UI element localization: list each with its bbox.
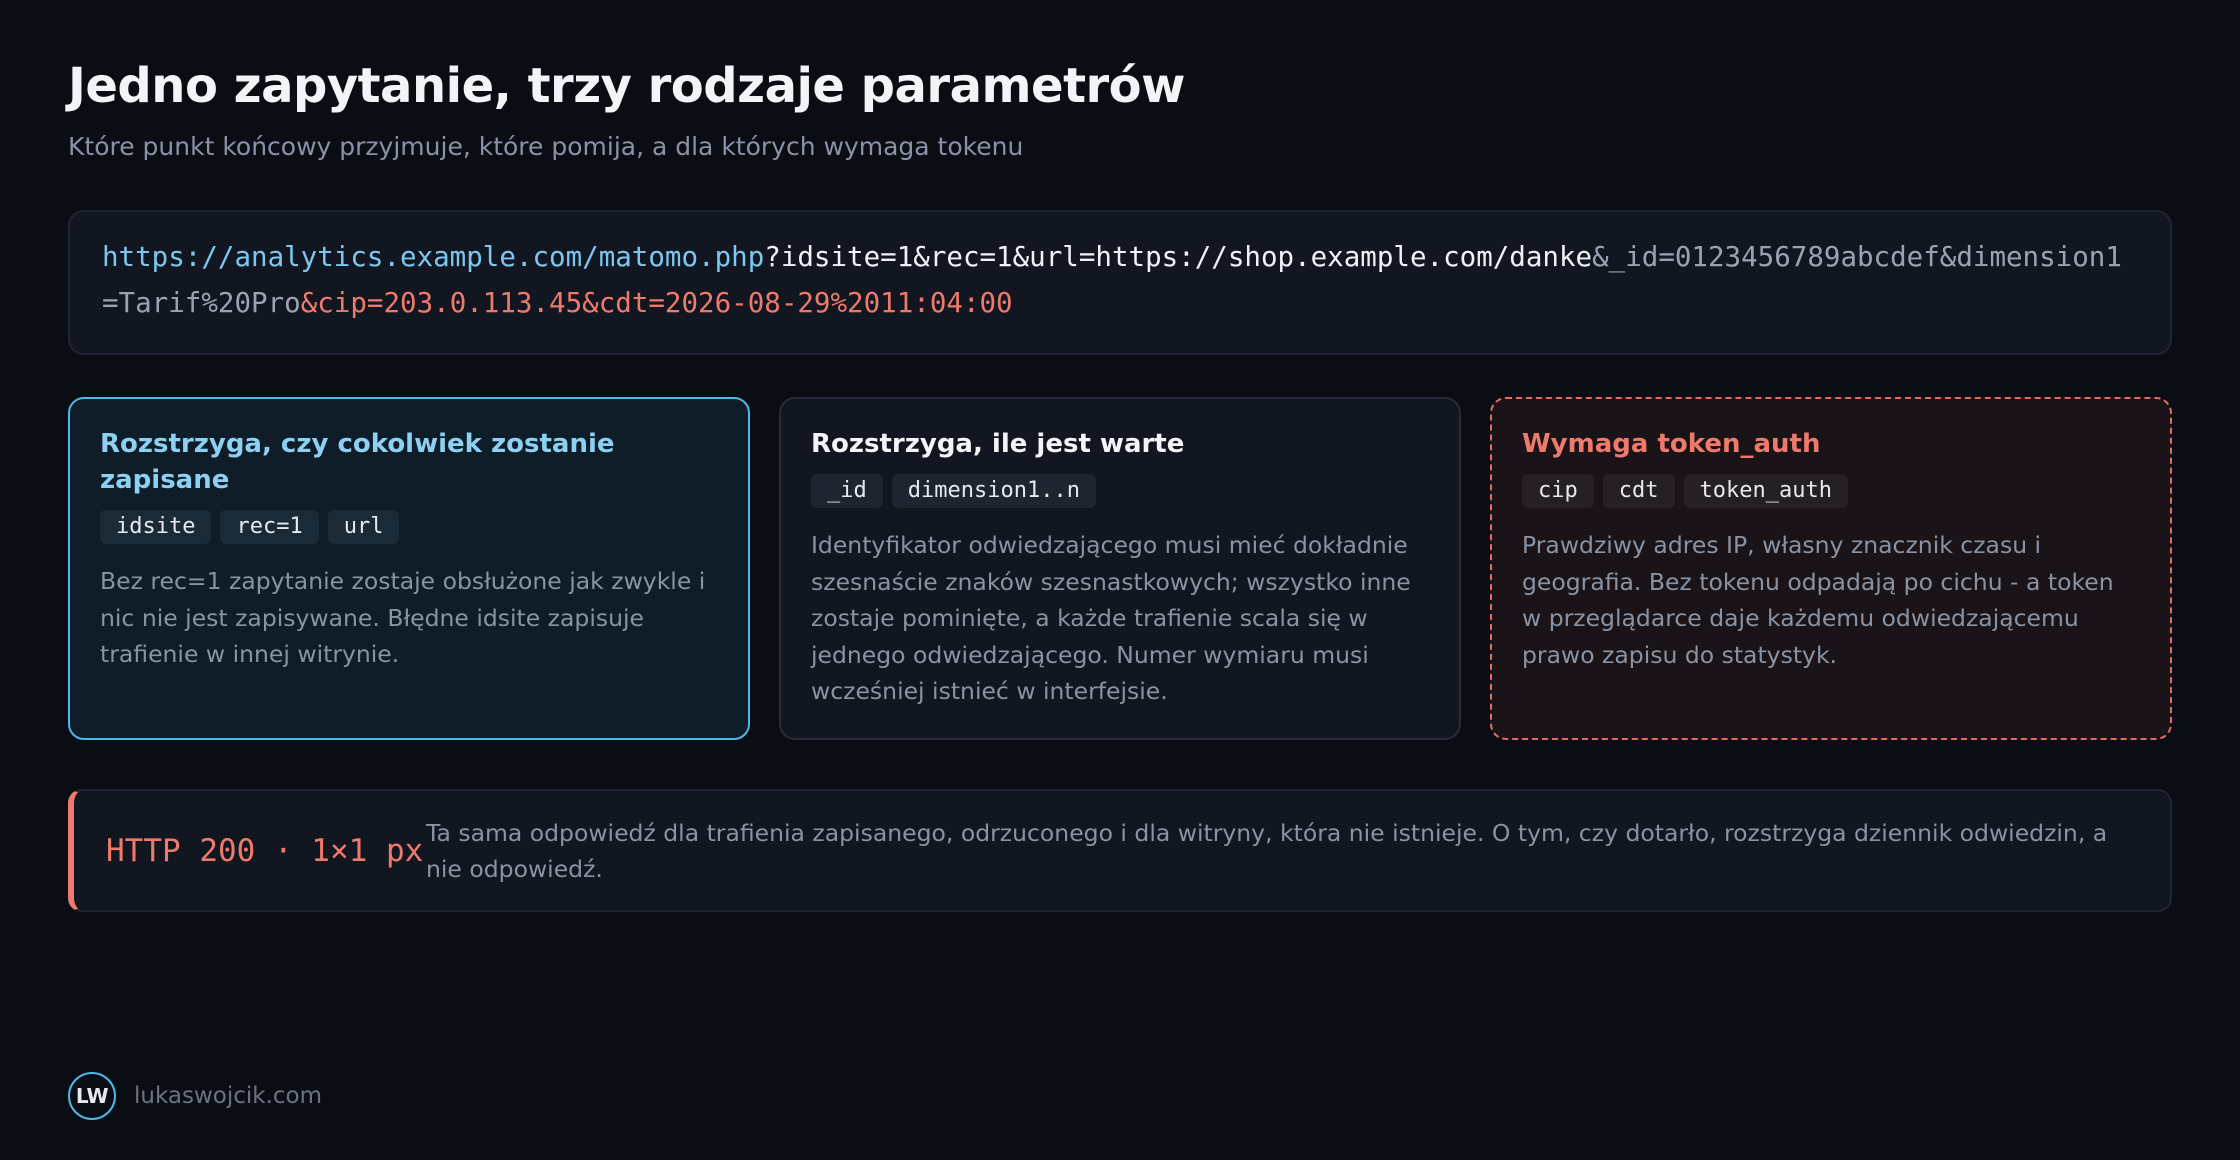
param-chip: _id [811, 474, 883, 508]
response-label: HTTP 200 · 1×1 px [106, 832, 424, 869]
request-url-box: https://analytics.example.com/matomo.php… [68, 210, 2172, 355]
param-chip: url [327, 510, 400, 544]
card-token-params: Wymaga token_auth cip cdt token_auth Pra… [1490, 397, 2172, 740]
card-description: Prawdziwy adres IP, własny znacznik czas… [1522, 531, 2114, 669]
card-recording-params: Rozstrzyga, czy cokolwiek zostanie zapis… [68, 397, 750, 740]
url-core-params: ?idsite=1&rec=1&url=https://shop.example… [764, 241, 1593, 273]
author-logo: LW [68, 1072, 116, 1120]
card-title: Rozstrzyga, ile jest warte [811, 429, 1185, 459]
param-chip: idsite [100, 510, 212, 544]
param-chips: _id dimension1..n [811, 474, 1429, 508]
card-title: Wymaga token_auth [1522, 429, 1821, 459]
param-chips: cip cdt token_auth [1522, 474, 2140, 508]
footer: LW lukaswojcik.com [68, 1072, 322, 1120]
slide: Jedno zapytanie, trzy rodzaje parametrów… [68, 0, 2172, 1160]
footer-site: lukaswojcik.com [134, 1083, 323, 1109]
param-chip: rec=1 [220, 510, 319, 544]
param-chip: cdt [1602, 474, 1675, 508]
param-chip: token_auth [1683, 474, 1848, 508]
card-value-params: Rozstrzyga, ile jest warte _id dimension… [779, 397, 1461, 740]
param-chip: dimension1..n [891, 474, 1096, 508]
param-chips: idsite rec=1 url [100, 510, 718, 544]
page-subtitle: Które punkt końcowy przyjmuje, które pom… [68, 132, 1024, 161]
card-title: Rozstrzyga, czy cokolwiek zostanie zapis… [100, 429, 615, 495]
response-description: Ta sama odpowiedź dla trafienia zapisane… [426, 818, 2108, 883]
url-base: https://analytics.example.com/matomo.php [102, 241, 765, 273]
card-description: Identyfikator odwiedzającego musi mieć d… [811, 531, 1411, 705]
page-title: Jedno zapytanie, trzy rodzaje parametrów [68, 58, 1186, 114]
param-chip: cip [1522, 474, 1594, 508]
url-token-params: &cip=203.0.113.45&cdt=2026-08-29%2011:04… [300, 287, 1013, 319]
card-description: Bez rec=1 zapytanie zostaje obsłużone ja… [100, 567, 706, 668]
response-banner: HTTP 200 · 1×1 px Ta sama odpowiedź dla … [68, 789, 2172, 912]
